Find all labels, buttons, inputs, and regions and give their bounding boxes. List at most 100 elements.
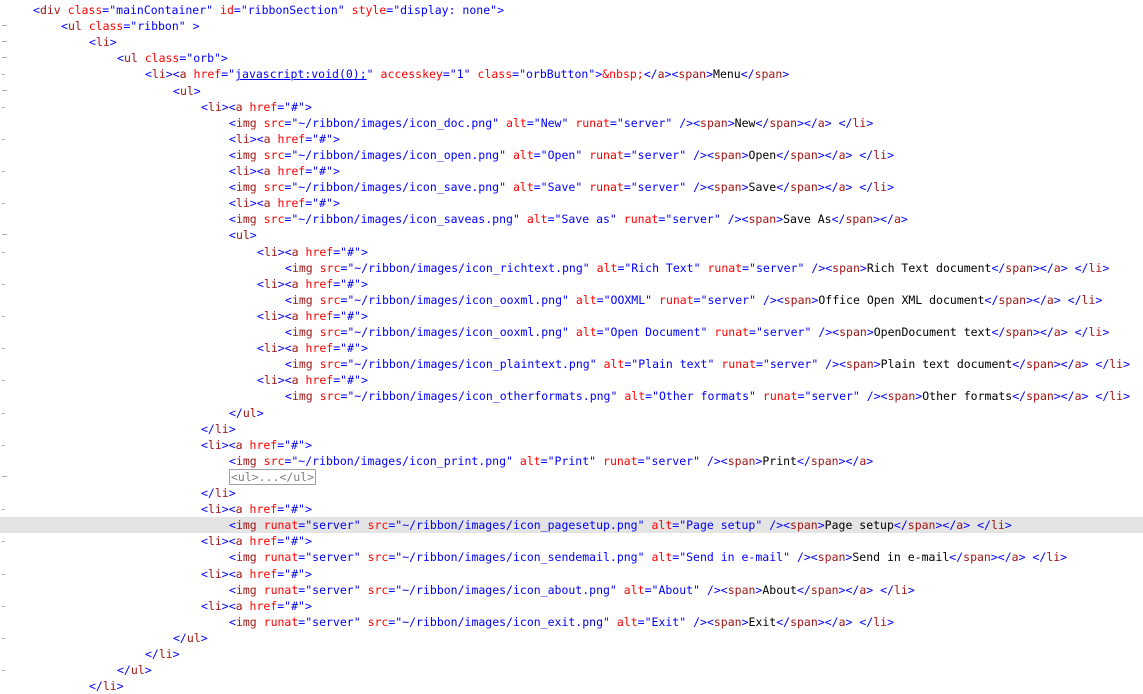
punctuation: =" [645, 389, 659, 404]
fold-bracket-icon[interactable] [2, 41, 7, 43]
punctuation: </ [1074, 325, 1089, 339]
code-line[interactable]: <img src="~/ribbon/images/icon_ooxml.png… [0, 324, 1143, 340]
code-line[interactable]: <div class="mainContainer" id="ribbonSec… [0, 2, 1143, 18]
code-line[interactable]: <li> [0, 34, 1143, 50]
tag-name: li [235, 196, 250, 211]
tag-name: span [790, 147, 818, 162]
attribute-name: src [263, 115, 285, 130]
code-line[interactable]: <img runat="server" src="~/ribbon/images… [0, 582, 1143, 598]
punctuation: "> [354, 244, 368, 259]
code-line[interactable]: <img runat="server" src="~/ribbon/images… [0, 549, 1143, 565]
punctuation: > [116, 679, 124, 694]
code-line[interactable]: <img src="~/ribbon/images/icon_open.png"… [0, 147, 1143, 163]
punctuation: > [706, 67, 714, 82]
code-line[interactable]: <li><a href="#"> [0, 163, 1143, 179]
tag-name: a [263, 164, 271, 178]
code-line[interactable]: <img src="~/ribbon/images/icon_richtext.… [0, 260, 1143, 276]
line-content: <li> [89, 34, 117, 50]
punctuation: </ [977, 518, 991, 533]
code-line[interactable]: </li> [0, 678, 1143, 694]
punctuation: />< [811, 260, 833, 275]
punctuation: < [201, 534, 208, 549]
punctuation: " [499, 147, 507, 162]
punctuation: ></ [1053, 357, 1075, 372]
link-value[interactable]: javascript:void(0); [235, 67, 367, 81]
fold-bracket-icon[interactable] [2, 25, 7, 27]
code-line[interactable]: <ul class="ribbon" > [0, 18, 1143, 34]
fold-bracket-icon[interactable] [2, 57, 7, 59]
code-line[interactable]: <img src="~/ribbon/images/icon_otherform… [0, 388, 1143, 404]
tag-name: a [291, 341, 299, 356]
code-line[interactable]: <li><a href="#"> [0, 340, 1143, 356]
code-line[interactable]: <li><a href="#"> [0, 437, 1143, 453]
fold-bracket-icon[interactable] [2, 89, 7, 91]
attribute-value: ~/ribbon/images/icon_otherformats.png [354, 389, 611, 404]
code-line[interactable]: <li><a href="#"> [0, 131, 1143, 147]
attribute-name: alt [512, 180, 534, 195]
fold-line-icon [2, 348, 5, 350]
collapsed-region[interactable]: <ul>...</ul> [229, 468, 317, 485]
code-line[interactable]: <ul> [0, 227, 1143, 243]
punctuation: </ [831, 212, 846, 227]
code-line[interactable]: </ul> [0, 662, 1143, 678]
code-line[interactable]: <img runat="server" src="~/ribbon/images… [0, 614, 1143, 630]
code-line[interactable]: </li> [0, 485, 1143, 501]
punctuation: =" [637, 614, 652, 629]
code-line[interactable]: <img src="~/ribbon/images/icon_print.png… [0, 453, 1143, 469]
code-line[interactable]: <li><a href="#"> [0, 501, 1143, 517]
code-line[interactable]: <li><a href="#"> [0, 244, 1143, 260]
code-line[interactable]: <img src="~/ribbon/images/icon_saveas.pn… [0, 211, 1143, 227]
text-content: Open [748, 147, 777, 162]
code-line[interactable]: <li><a href="#"> [0, 195, 1143, 211]
code-line[interactable]: <li><a href="javascript:void(0);" access… [0, 66, 1143, 82]
code-line[interactable]: <img src="~/ribbon/images/icon_ooxml.png… [0, 292, 1143, 308]
code-line[interactable]: <img src="~/ribbon/images/icon_plaintext… [0, 356, 1143, 372]
code-line[interactable]: </ul> [0, 405, 1143, 421]
code-line[interactable]: <ul>...</ul> [0, 468, 1143, 485]
punctuation: > [1123, 389, 1131, 404]
fold-bracket-icon[interactable] [2, 475, 7, 477]
code-line[interactable]: <li><a href="#"> [0, 276, 1143, 292]
code-line[interactable]: <img src="~/ribbon/images/icon_doc.png" … [0, 115, 1143, 131]
code-line[interactable]: <li><a href="#"> [0, 99, 1143, 115]
code-line[interactable]: <ul> [0, 83, 1143, 99]
code-editor[interactable]: <div class="mainContainer" id="ribbonSec… [0, 0, 1143, 693]
current-code-line[interactable]: <img runat="server" src="~/ribbon/images… [0, 517, 1143, 534]
punctuation: < [229, 196, 236, 211]
punctuation: =" [333, 373, 348, 388]
punctuation: >< [277, 373, 292, 388]
code-line[interactable]: <img src="~/ribbon/images/icon_save.png"… [0, 179, 1143, 195]
punctuation: " [353, 550, 361, 565]
tag-name: span [810, 582, 839, 597]
punctuation: =" [617, 260, 632, 275]
fold-bracket-icon[interactable] [2, 234, 7, 236]
code-line[interactable]: </ul> [0, 630, 1143, 646]
code-line[interactable]: <li><a href="#"> [0, 533, 1143, 549]
line-content: <li><a href="#"> [257, 372, 368, 388]
attribute-name: alt [519, 453, 541, 468]
code-line[interactable]: <li><a href="#"> [0, 566, 1143, 582]
punctuation: " [637, 550, 645, 565]
code-line[interactable]: </li> [0, 646, 1143, 662]
punctuation: ></ [1026, 292, 1047, 307]
punctuation: > [1060, 260, 1068, 275]
tag-name: a [291, 244, 299, 259]
code-line[interactable]: </li> [0, 421, 1143, 437]
attribute-name: accesskey [380, 67, 443, 82]
punctuation: >< [277, 341, 292, 356]
punctuation: " [337, 3, 345, 17]
punctuation: "> [354, 308, 368, 323]
fold-line-icon [2, 251, 5, 253]
code-line[interactable]: <li><a href="#"> [0, 372, 1143, 388]
line-content: </li> [145, 646, 180, 662]
code-line[interactable]: <li><a href="#"> [0, 308, 1143, 324]
code-line[interactable]: <ul class="orb"> [0, 50, 1143, 66]
punctuation: "> [214, 51, 228, 66]
attribute-value: # [319, 131, 327, 146]
code-line[interactable]: <li><a href="#"> [0, 598, 1143, 614]
punctuation: > [109, 35, 117, 50]
